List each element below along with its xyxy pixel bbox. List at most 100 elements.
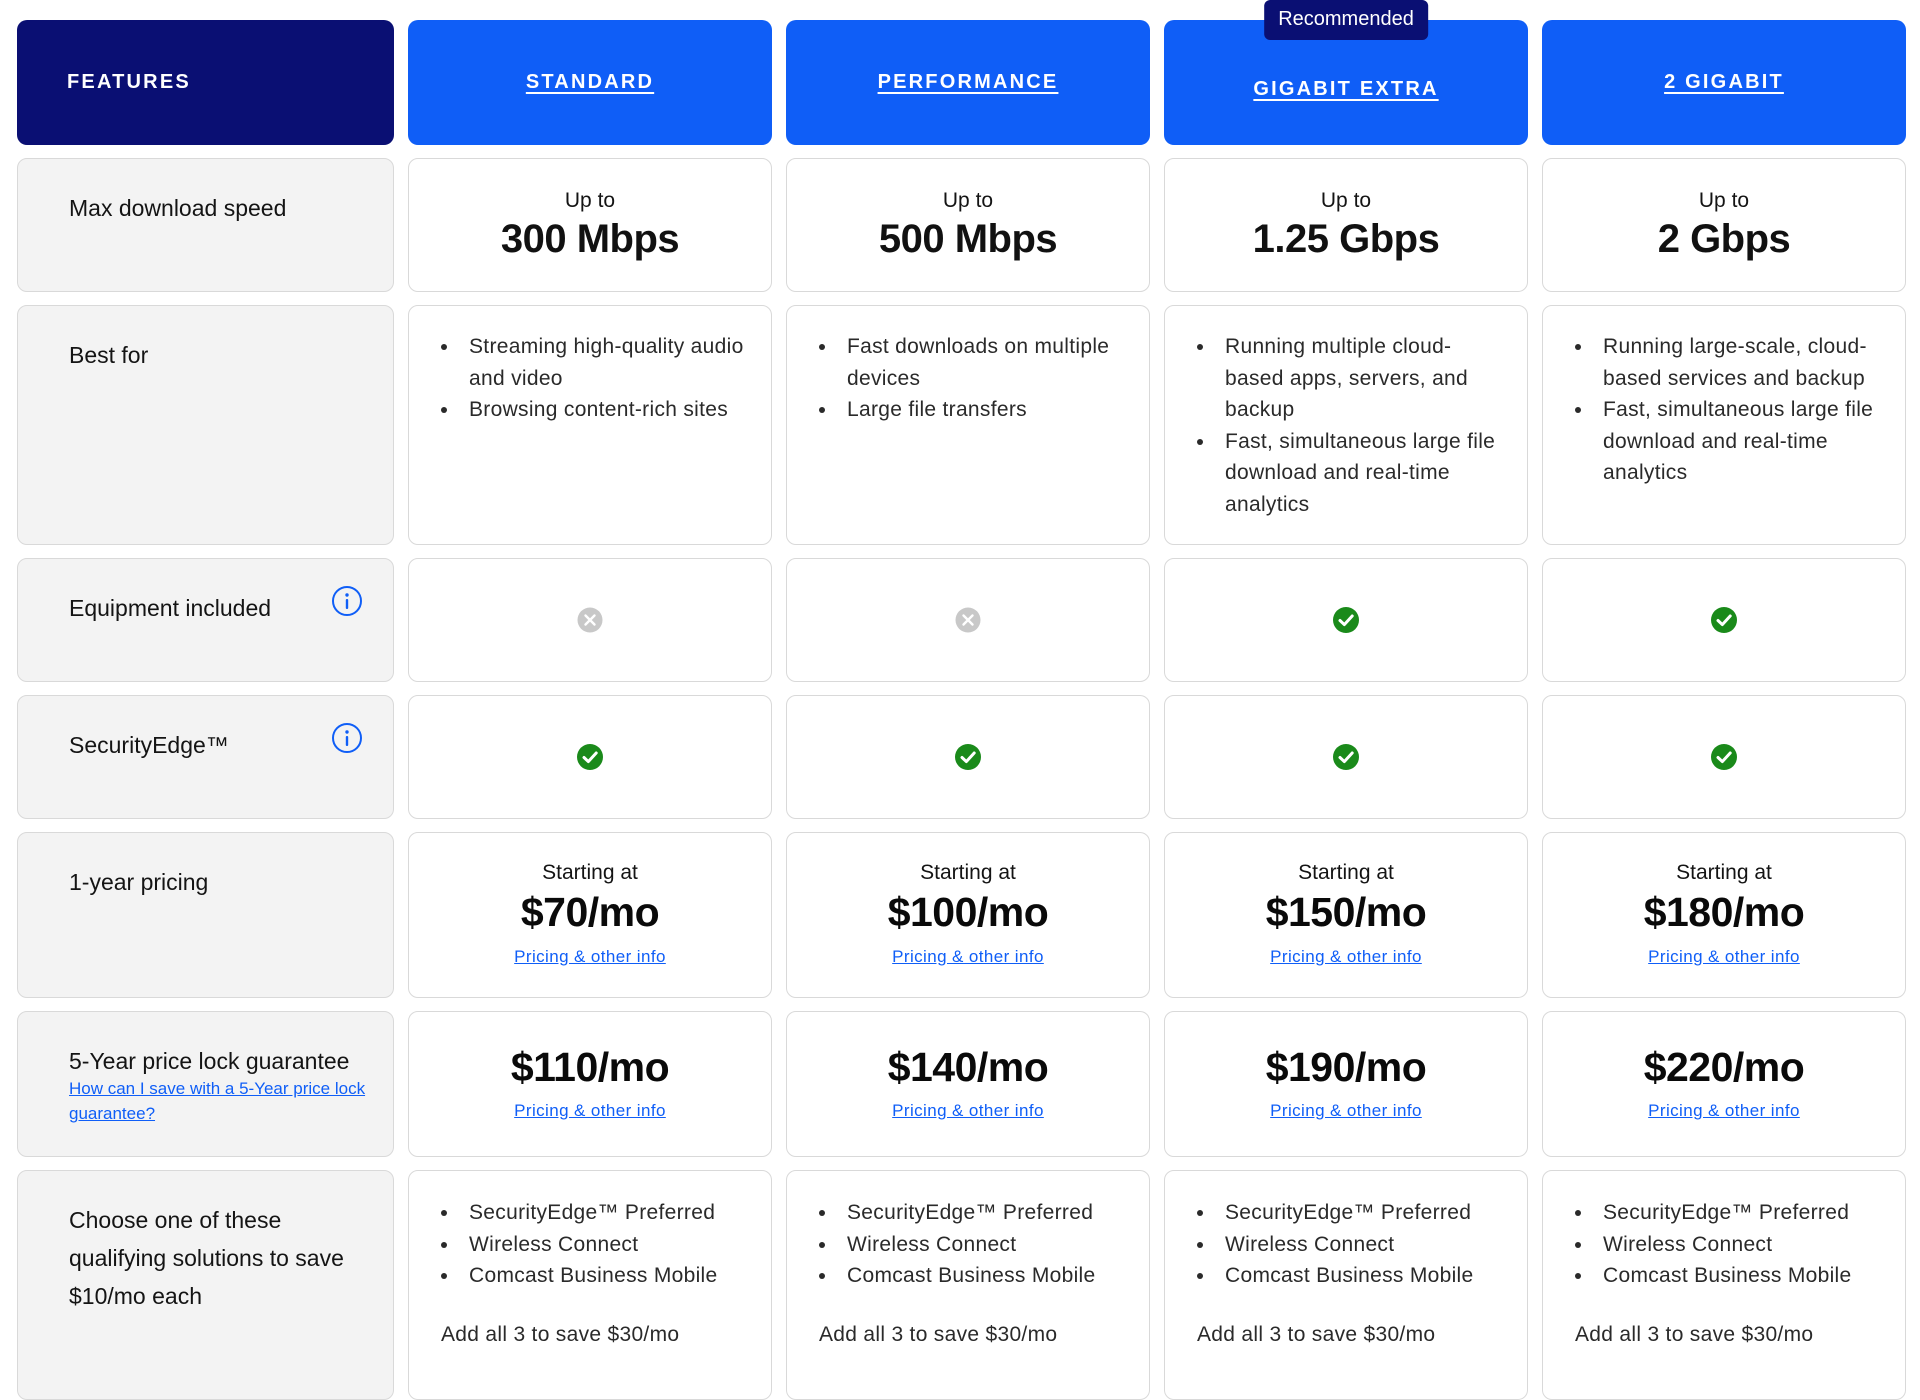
feature-five-year-price-lock: 5-Year price lock guarantee How can I sa… (17, 1011, 394, 1157)
solutions-list: SecurityEdge™ Preferred Wireless Connect… (1197, 1197, 1517, 1292)
check-icon (1711, 744, 1737, 770)
speed-value: 500 Mbps (878, 217, 1058, 261)
speed-value: 2 Gbps (1657, 217, 1791, 261)
pricing-info-link[interactable]: Pricing & other info (1270, 947, 1422, 966)
feature-label: Best for (69, 342, 149, 368)
equipment-cell (786, 558, 1150, 682)
pricing-info-link[interactable]: Pricing & other info (892, 1101, 1044, 1120)
five-year-price-cell: $220/mo Pricing & other info (1542, 1011, 1906, 1157)
plan-name-link[interactable]: 2 GIGABIT (1664, 71, 1784, 94)
feature-label: Choose one of these qualifying solutions… (69, 1207, 344, 1309)
features-header: FEATURES (17, 20, 394, 145)
bundle-savings-note: Add all 3 to save $30/mo (1197, 1323, 1436, 1346)
one-year-price-cell: Starting at $70/mo Pricing & other info (408, 832, 772, 998)
price-prefix: Starting at (1676, 861, 1772, 884)
bundle-savings-note: Add all 3 to save $30/mo (1575, 1323, 1814, 1346)
five-year-price-cell: $190/mo Pricing & other info (1164, 1011, 1528, 1157)
feature-equipment-included: Equipment included (17, 558, 394, 682)
list-item: Fast, simultaneous large file download a… (1197, 426, 1507, 521)
speed-value: 1.25 Gbps (1252, 217, 1440, 261)
equipment-cell (1164, 558, 1528, 682)
plan-name-link[interactable]: STANDARD (526, 71, 654, 94)
price-value: $180/mo (1643, 889, 1805, 935)
price-value: $100/mo (887, 889, 1049, 935)
check-icon (1333, 607, 1359, 633)
bundle-savings-note: Add all 3 to save $30/mo (819, 1323, 1058, 1346)
plan-header-standard[interactable]: STANDARD (408, 20, 772, 145)
speed-prefix: Up to (564, 189, 616, 212)
pricing-info-link[interactable]: Pricing & other info (892, 947, 1044, 966)
best-for-cell: Fast downloads on multiple devices Large… (786, 305, 1150, 545)
best-for-list: Streaming high-quality audio and video B… (441, 331, 751, 426)
five-year-price-lock-link[interactable]: How can I save with a 5-Year price lock … (69, 1076, 369, 1126)
feature-label: 5-Year price lock guarantee (69, 1048, 350, 1074)
check-icon (1711, 607, 1737, 633)
list-item: Running multiple cloud-based apps, serve… (1197, 331, 1507, 426)
plan-name-link[interactable]: GIGABIT EXTRA (1253, 78, 1438, 101)
pricing-info-link[interactable]: Pricing & other info (514, 1101, 666, 1120)
feature-max-download-speed: Max download speed (17, 158, 394, 292)
bundle-savings-note: Add all 3 to save $30/mo (441, 1323, 680, 1346)
list-item: Wireless Connect (1197, 1229, 1517, 1261)
feature-label: 1-year pricing (69, 869, 209, 895)
price-value: $110/mo (510, 1044, 670, 1090)
plan-comparison-table: FEATURES STANDARD PERFORMANCE Recommende… (17, 0, 1906, 1400)
check-icon (1333, 744, 1359, 770)
securityedge-cell (786, 695, 1150, 819)
pricing-info-link[interactable]: Pricing & other info (514, 947, 666, 966)
feature-best-for: Best for (17, 305, 394, 545)
speed-prefix: Up to (1320, 189, 1372, 212)
speed-value: 300 Mbps (500, 217, 680, 261)
list-item: Fast downloads on multiple devices (819, 331, 1129, 394)
features-header-label: FEATURES (67, 71, 191, 93)
list-item: Streaming high-quality audio and video (441, 331, 751, 394)
list-item: SecurityEdge™ Preferred (441, 1197, 761, 1229)
speed-prefix: Up to (942, 189, 994, 212)
best-for-list: Running multiple cloud-based apps, serve… (1197, 331, 1507, 520)
feature-qualifying-solutions: Choose one of these qualifying solutions… (17, 1170, 394, 1400)
best-for-list: Fast downloads on multiple devices Large… (819, 331, 1129, 426)
not-included-icon (955, 607, 981, 633)
info-icon[interactable] (331, 722, 363, 754)
one-year-price-cell: Starting at $150/mo Pricing & other info (1164, 832, 1528, 998)
solutions-list: SecurityEdge™ Preferred Wireless Connect… (1575, 1197, 1895, 1292)
price-value: $140/mo (887, 1044, 1049, 1090)
list-item: Comcast Business Mobile (819, 1260, 1139, 1292)
five-year-price-cell: $110/mo Pricing & other info (408, 1011, 772, 1157)
pricing-info-link[interactable]: Pricing & other info (1270, 1101, 1422, 1120)
best-for-list: Running large-scale, cloud-based service… (1575, 331, 1885, 489)
speed-cell: Up to 500 Mbps (786, 158, 1150, 292)
speed-cell: Up to 300 Mbps (408, 158, 772, 292)
best-for-cell: Running large-scale, cloud-based service… (1542, 305, 1906, 545)
five-year-price-cell: $140/mo Pricing & other info (786, 1011, 1150, 1157)
price-value: $220/mo (1643, 1044, 1805, 1090)
plan-header-2-gigabit[interactable]: 2 GIGABIT (1542, 20, 1906, 145)
recommended-badge: Recommended (1264, 0, 1428, 40)
equipment-cell (408, 558, 772, 682)
price-value: $150/mo (1265, 889, 1427, 935)
list-item: Running large-scale, cloud-based service… (1575, 331, 1885, 394)
list-item: SecurityEdge™ Preferred (819, 1197, 1139, 1229)
list-item: Comcast Business Mobile (1197, 1260, 1517, 1292)
list-item: Large file transfers (819, 394, 1129, 426)
pricing-info-link[interactable]: Pricing & other info (1648, 1101, 1800, 1120)
price-prefix: Starting at (542, 861, 638, 884)
list-item: SecurityEdge™ Preferred (1197, 1197, 1517, 1229)
pricing-info-link[interactable]: Pricing & other info (1648, 947, 1800, 966)
solutions-cell: SecurityEdge™ Preferred Wireless Connect… (786, 1170, 1150, 1400)
plan-header-gigabit-extra[interactable]: Recommended GIGABIT EXTRA (1164, 0, 1528, 145)
speed-prefix: Up to (1698, 189, 1750, 212)
not-included-icon (577, 607, 603, 633)
price-prefix: Starting at (1298, 861, 1394, 884)
list-item: Browsing content-rich sites (441, 394, 751, 426)
price-value: $190/mo (1265, 1044, 1427, 1090)
info-icon[interactable] (331, 585, 363, 617)
list-item: Fast, simultaneous large file download a… (1575, 394, 1885, 489)
speed-cell: Up to 1.25 Gbps (1164, 158, 1528, 292)
plan-name-link[interactable]: PERFORMANCE (878, 71, 1059, 94)
equipment-cell (1542, 558, 1906, 682)
securityedge-cell (1164, 695, 1528, 819)
feature-securityedge: SecurityEdge™ (17, 695, 394, 819)
feature-label: Equipment included (69, 595, 272, 621)
plan-header-performance[interactable]: PERFORMANCE (786, 20, 1150, 145)
